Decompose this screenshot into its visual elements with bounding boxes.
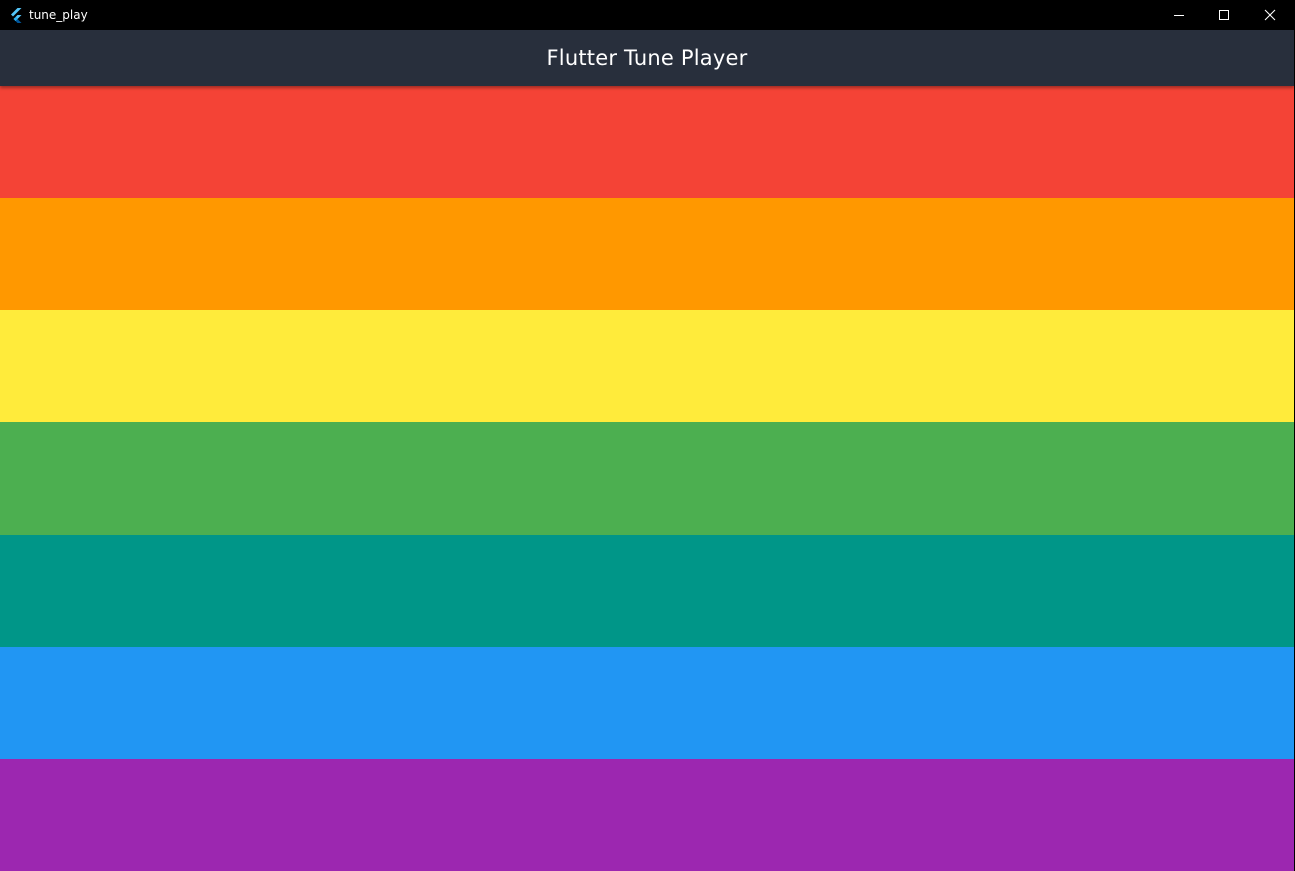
tune-button-red[interactable]	[0, 86, 1294, 199]
tune-button-teal[interactable]	[0, 534, 1294, 647]
tune-button-blue[interactable]	[0, 646, 1294, 759]
window-title: tune_play	[29, 8, 88, 22]
minimize-icon	[1173, 6, 1185, 25]
tune-button-orange[interactable]	[0, 198, 1294, 311]
maximize-icon	[1218, 6, 1230, 25]
app-bar: Flutter Tune Player	[0, 30, 1294, 86]
close-icon	[1264, 6, 1276, 25]
close-button[interactable]	[1247, 0, 1293, 30]
app-window: tune_play Flutter Tune Player	[0, 0, 1295, 871]
flutter-logo-icon	[8, 7, 24, 23]
tune-button-purple[interactable]	[0, 758, 1294, 871]
tune-button-list	[0, 86, 1294, 871]
minimize-button[interactable]	[1156, 0, 1202, 30]
tune-button-yellow[interactable]	[0, 310, 1294, 423]
maximize-button[interactable]	[1201, 0, 1247, 30]
tune-button-green[interactable]	[0, 422, 1294, 535]
title-bar[interactable]: tune_play	[0, 0, 1295, 30]
page-title: Flutter Tune Player	[546, 46, 748, 70]
